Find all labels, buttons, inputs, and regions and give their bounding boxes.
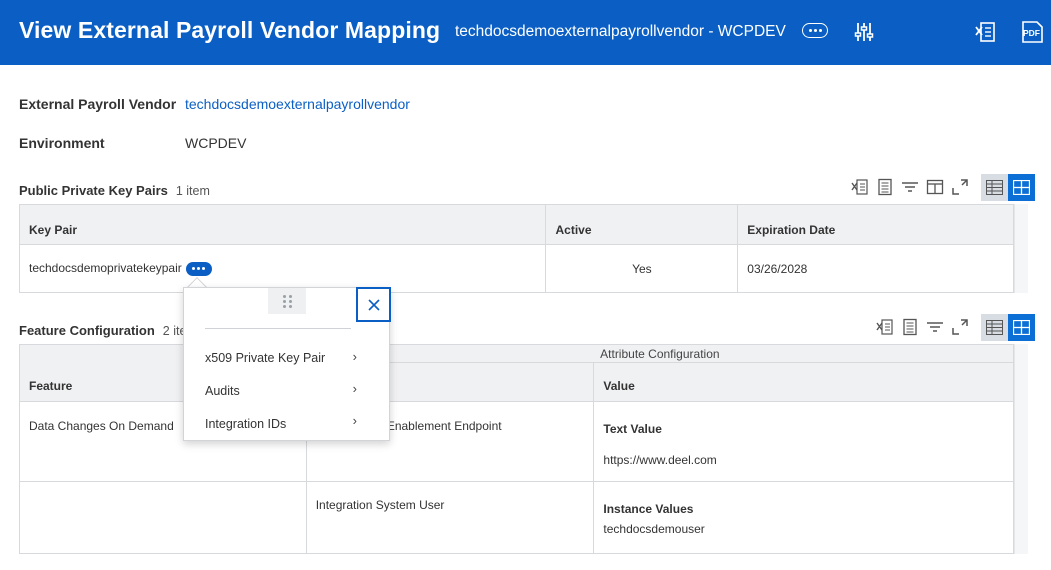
vendor-link[interactable]: techdocsdemoexternalpayrollvendor — [185, 96, 410, 112]
filter-icon[interactable] — [900, 177, 920, 197]
environment-label: Environment — [19, 135, 105, 151]
close-icon — [367, 298, 380, 311]
export-pdf-icon[interactable]: PDF — [1020, 20, 1046, 44]
column-header-key-pair[interactable]: Key Pair — [18, 204, 547, 245]
key-pairs-table: Key Pair Active Expiration Date techdocs… — [18, 204, 1014, 293]
svg-text:PDF: PDF — [1023, 28, 1040, 38]
table-header-row: Feature Attribute Value — [19, 362, 1014, 402]
menu-item-label: Integration IDs — [205, 417, 287, 431]
grid-view-icon[interactable] — [1008, 173, 1035, 201]
column-header-value[interactable]: Value — [593, 362, 1014, 402]
key-pair-link[interactable]: techdocsdemoprivatekeypair — [29, 261, 182, 275]
view-toggle — [981, 313, 1035, 341]
worksheet-icon[interactable] — [875, 177, 895, 197]
features-scrollbar[interactable] — [1014, 344, 1028, 554]
columns-icon[interactable] — [925, 177, 945, 197]
expiration-cell: 03/26/2028 — [737, 244, 1014, 293]
fullscreen-icon[interactable] — [950, 177, 970, 197]
features-table: Attribute Configuration Feature Attribut… — [19, 344, 1015, 554]
key-pairs-scrollbar[interactable] — [1014, 204, 1028, 293]
group-header-attribute-configuration: Attribute Configuration — [305, 344, 1015, 363]
attribute-cell: Integration System User — [305, 481, 595, 554]
grid-view-icon[interactable] — [1008, 313, 1035, 341]
export-excel-icon[interactable] — [974, 20, 998, 44]
key-pairs-count: 1 item — [175, 184, 210, 198]
drag-handle-icon[interactable] — [268, 288, 306, 314]
value-label: Instance Values — [603, 502, 694, 516]
value-label: Text Value — [603, 422, 662, 436]
more-icon[interactable] — [802, 23, 828, 38]
column-header-active[interactable]: Active — [545, 204, 739, 245]
fullscreen-icon[interactable] — [950, 317, 970, 337]
related-actions-button[interactable] — [185, 261, 212, 276]
table-row: Data Changes On Demand Web Service Enabl… — [19, 401, 1014, 482]
worksheet-icon[interactable] — [900, 317, 920, 337]
key-pairs-toolbar — [850, 173, 1035, 201]
page-subtitle: techdocsdemoexternalpayrollvendor - WCPD… — [455, 23, 786, 40]
environment-value: WCPDEV — [185, 135, 247, 151]
column-header-expiration[interactable]: Expiration Date — [737, 204, 1014, 245]
menu-item-audits[interactable]: Audits › — [205, 381, 357, 398]
menu-item-integration-ids[interactable]: Integration IDs › — [205, 413, 357, 431]
table-row: techdocsdemoprivatekeypair Yes 03/26/202… — [18, 244, 1014, 293]
instance-value-link[interactable]: techdocsdemouser — [603, 522, 1004, 536]
table-group-header-row: Attribute Configuration — [19, 344, 1015, 363]
chevron-right-icon: › — [352, 381, 357, 396]
page-header: View External Payroll Vendor Mapping tec… — [0, 0, 1051, 65]
features-title-text: Feature Configuration — [19, 323, 155, 338]
view-toggle — [981, 173, 1035, 201]
key-pairs-title: Public Private Key Pairs 1 item — [19, 183, 210, 198]
value-cell: Instance Values techdocsdemouser — [593, 481, 1014, 554]
value-text: https://www.deel.com — [603, 453, 717, 467]
vendor-label: External Payroll Vendor — [19, 96, 177, 112]
feature-cell — [19, 481, 307, 554]
table-view-icon[interactable] — [981, 173, 1008, 201]
features-title: Feature Configuration2 items — [19, 323, 203, 338]
table-row: Integration System User Instance Values … — [19, 481, 1014, 554]
close-button[interactable] — [356, 287, 391, 322]
filter-icon[interactable] — [925, 317, 945, 337]
chevron-right-icon: › — [352, 349, 357, 364]
page-title: View External Payroll Vendor Mapping — [19, 17, 441, 43]
table-view-icon[interactable] — [981, 313, 1008, 341]
menu-item-label: x509 Private Key Pair — [205, 351, 326, 365]
export-excel-icon[interactable] — [875, 317, 895, 337]
key-pair-cell: techdocsdemoprivatekeypair — [18, 244, 547, 293]
popup-divider — [205, 328, 351, 329]
features-toolbar — [875, 313, 1035, 341]
chevron-right-icon: › — [352, 413, 357, 428]
related-actions-popup: x509 Private Key Pair › Audits › Integra… — [183, 287, 391, 441]
export-excel-icon[interactable] — [850, 177, 870, 197]
menu-item-label: Audits — [205, 384, 240, 398]
table-header-row: Key Pair Active Expiration Date — [18, 204, 1014, 245]
related-actions-icon[interactable] — [852, 20, 876, 44]
active-cell: Yes — [545, 244, 739, 293]
menu-item-x509[interactable]: x509 Private Key Pair › — [205, 349, 357, 365]
value-cell: Text Value https://www.deel.com — [593, 401, 1014, 482]
key-pairs-title-text: Public Private Key Pairs — [19, 183, 168, 198]
